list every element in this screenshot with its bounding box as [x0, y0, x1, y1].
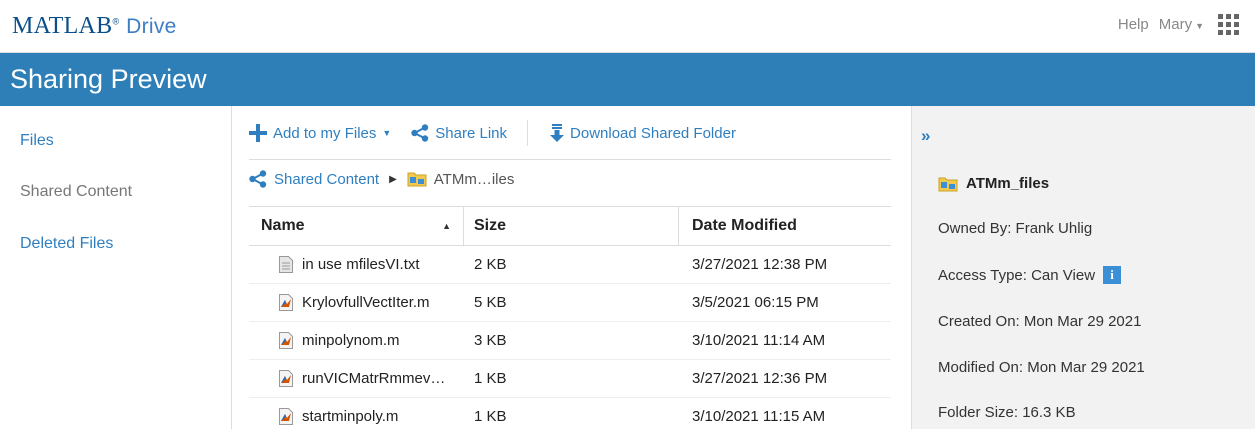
file-size: 2 KB — [474, 256, 507, 273]
access-type-text: Access Type: Can View — [938, 266, 1096, 284]
file-name: in use mfilesVI.txt — [302, 256, 420, 273]
table-header: Name ▲ Size Date Modified — [249, 206, 891, 246]
text-file-icon — [279, 256, 293, 273]
column-header-size[interactable]: Size — [464, 207, 679, 245]
logo-registered-mark: ® — [112, 16, 120, 27]
top-right-menu: Help Mary ▼ — [1118, 14, 1239, 35]
breadcrumb-shared-content[interactable]: Shared Content — [274, 171, 379, 188]
folder-size-text: Folder Size: 16.3 KB — [938, 404, 1076, 421]
details-access-type: Access Type: Can View i — [938, 266, 1122, 284]
m-file-icon — [279, 370, 293, 387]
file-date-modified: 3/10/2021 11:14 AM — [692, 332, 826, 349]
add-to-my-files-button[interactable]: Add to my Files ▼ — [249, 120, 391, 146]
share-link-label: Share Link — [435, 124, 508, 142]
logo-drive-text: Drive — [126, 15, 177, 38]
title-bar: Sharing Preview — [0, 53, 1255, 106]
m-file-icon — [279, 332, 293, 349]
file-date-modified: 3/10/2021 11:15 AM — [692, 408, 826, 425]
sidebar-item-files[interactable]: Files — [20, 132, 54, 150]
file-date-modified: 3/5/2021 06:15 PM — [692, 294, 819, 311]
user-name: Mary — [1158, 16, 1193, 33]
owned-by-text: Owned By: Frank Uhlig — [938, 220, 1093, 237]
info-icon[interactable]: i — [1103, 266, 1122, 284]
help-link[interactable]: Help — [1118, 16, 1149, 33]
sidebar-item-shared-content[interactable]: Shared Content — [20, 183, 132, 201]
column-header-date-modified[interactable]: Date Modified — [679, 207, 891, 245]
m-file-icon — [279, 294, 293, 311]
details-panel: » ATMm_files Owned By: Frank Uhlig Acces… — [911, 106, 1255, 429]
download-shared-folder-label: Download Shared Folder — [570, 124, 736, 142]
main-content: Add to my Files ▼ Share Link Download Sh… — [233, 106, 911, 429]
details-owned-by: Owned By: Frank Uhlig — [938, 220, 1092, 237]
details-folder-name: ATMm_files — [966, 175, 1050, 192]
share-link-button[interactable]: Share Link — [411, 120, 507, 146]
page-title: Sharing Preview — [10, 64, 207, 94]
chevron-down-icon: ▼ — [382, 128, 392, 138]
file-size: 1 KB — [474, 408, 507, 425]
file-name: runVICMatrRmmev… — [302, 370, 446, 387]
file-name: startminpoly.m — [302, 408, 399, 425]
file-date-modified: 3/27/2021 12:38 PM — [692, 256, 828, 273]
created-on-text: Created On: Mon Mar 29 2021 — [938, 313, 1142, 330]
download-icon — [550, 124, 565, 142]
table-row[interactable]: minpolynom.m 3 KB 3/10/2021 11:14 AM — [249, 322, 891, 360]
file-table: Name ▲ Size Date Modified in use mfilesV… — [249, 206, 891, 429]
user-menu[interactable]: Mary ▼ — [1159, 16, 1204, 33]
sidebar: Files Shared Content Deleted Files — [0, 106, 232, 429]
add-to-my-files-label: Add to my Files — [273, 124, 377, 142]
details-folder-title: ATMm_files — [938, 175, 1049, 192]
column-header-size-label: Size — [474, 217, 507, 234]
m-file-icon — [279, 408, 293, 425]
column-header-date-label: Date Modified — [692, 217, 797, 234]
apps-grid-icon[interactable] — [1218, 14, 1239, 35]
file-size: 1 KB — [474, 370, 507, 387]
collapse-panel-icon[interactable]: » — [921, 126, 930, 146]
column-header-name[interactable]: Name ▲ — [249, 207, 464, 245]
breadcrumb-current-folder: ATMm…iles — [433, 170, 515, 188]
details-modified-on: Modified On: Mon Mar 29 2021 — [938, 359, 1145, 376]
file-size: 5 KB — [474, 294, 507, 311]
modified-on-text: Modified On: Mon Mar 29 2021 — [938, 359, 1145, 376]
file-name: minpolynom.m — [302, 332, 400, 349]
toolbar: Add to my Files ▼ Share Link Download Sh… — [249, 120, 891, 160]
shared-folder-icon — [938, 177, 958, 191]
file-date-modified: 3/27/2021 12:36 PM — [692, 370, 828, 387]
share-icon — [411, 124, 429, 142]
file-name: KrylovfullVectIter.m — [302, 294, 430, 311]
toolbar-divider — [527, 120, 529, 146]
breadcrumb-arrow-icon: ▶ — [389, 173, 397, 185]
column-header-name-label: Name — [261, 217, 305, 234]
details-created-on: Created On: Mon Mar 29 2021 — [938, 313, 1141, 330]
table-row[interactable]: startminpoly.m 1 KB 3/10/2021 11:15 AM — [249, 398, 891, 429]
top-bar: MATLAB® Drive Help Mary ▼ — [0, 0, 1255, 53]
chevron-down-icon: ▼ — [1195, 21, 1204, 31]
table-row[interactable]: runVICMatrRmmev… 1 KB 3/27/2021 12:36 PM — [249, 360, 891, 398]
shared-folder-icon — [407, 172, 427, 187]
sort-ascending-icon: ▲ — [442, 221, 451, 231]
plus-icon — [249, 124, 267, 142]
download-shared-folder-button[interactable]: Download Shared Folder — [550, 120, 736, 146]
details-folder-size: Folder Size: 16.3 KB — [938, 404, 1076, 421]
table-row[interactable]: in use mfilesVI.txt 2 KB 3/27/2021 12:38… — [249, 246, 891, 284]
logo-matlab-text: MATLAB — [12, 13, 113, 39]
sidebar-item-deleted-files[interactable]: Deleted Files — [20, 235, 113, 253]
file-size: 3 KB — [474, 332, 507, 349]
matlab-drive-logo[interactable]: MATLAB® Drive — [12, 12, 177, 40]
share-icon — [249, 170, 267, 188]
breadcrumb: Shared Content ▶ ATMm…iles — [249, 170, 514, 188]
table-row[interactable]: KrylovfullVectIter.m 5 KB 3/5/2021 06:15… — [249, 284, 891, 322]
